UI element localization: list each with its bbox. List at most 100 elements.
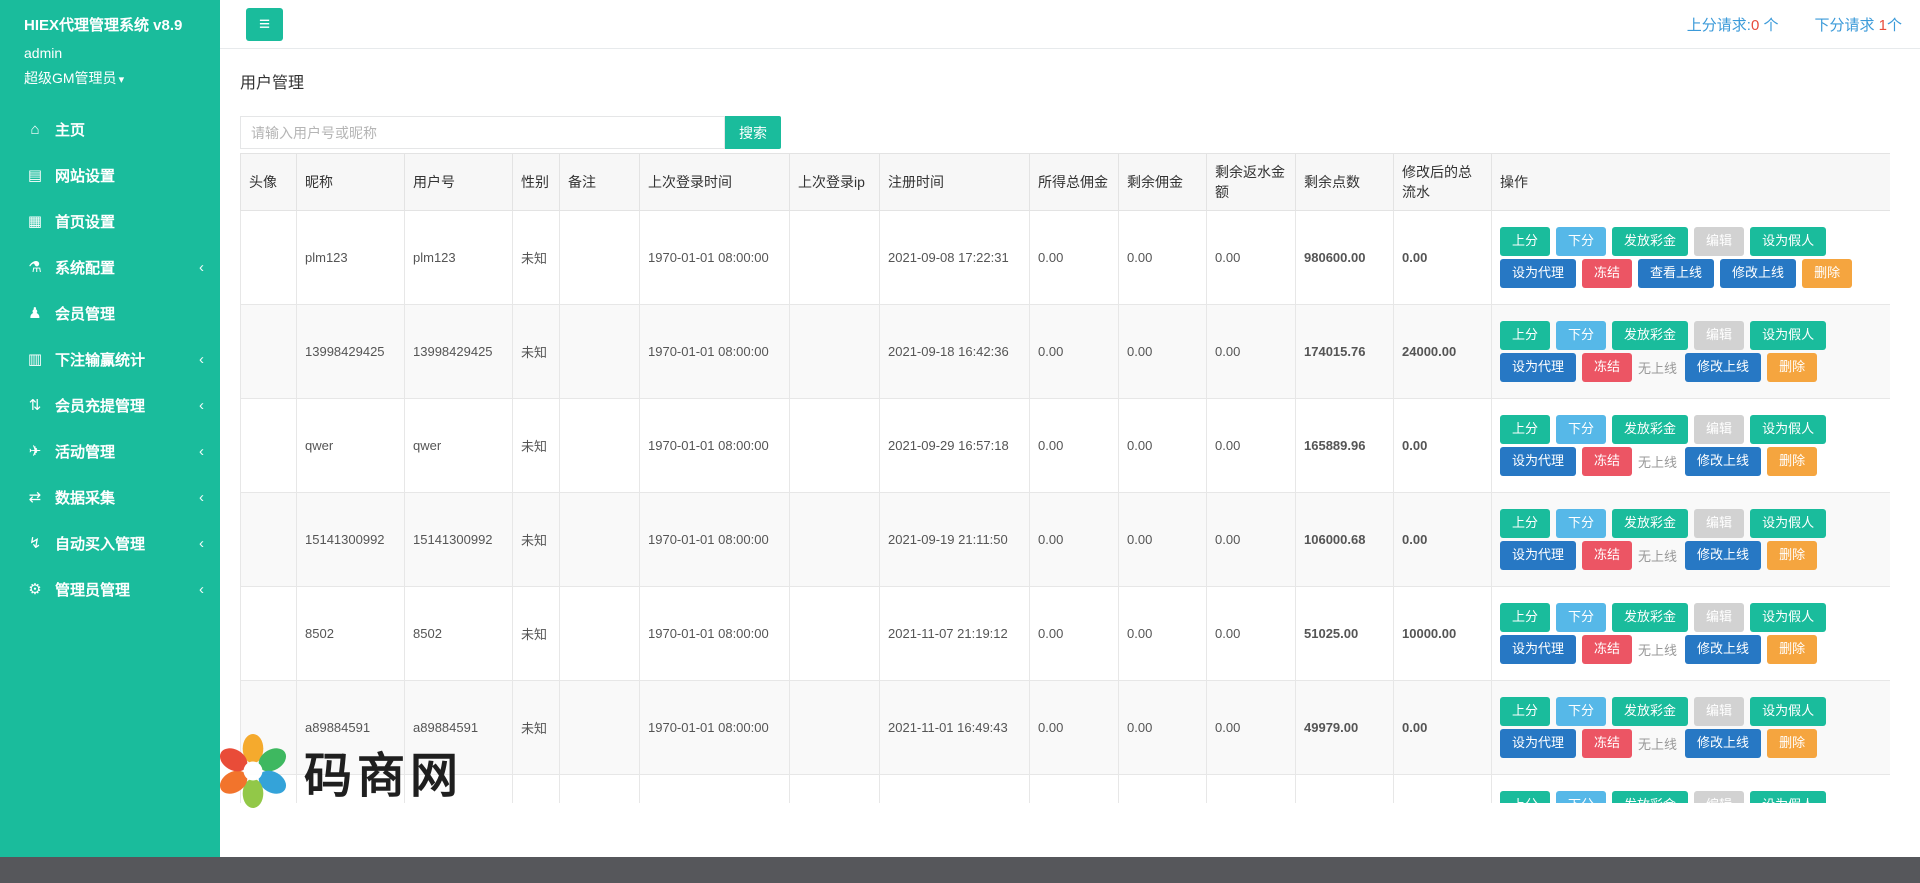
modify-upline-button[interactable]: 修改上线 xyxy=(1685,447,1761,476)
up-score-requests-link[interactable]: 上分请求:0 个 xyxy=(1687,14,1779,35)
admin-role-dropdown[interactable]: 超级GM管理员▾ xyxy=(24,68,200,88)
edit-button[interactable]: 编辑 xyxy=(1694,321,1744,350)
add-score-button[interactable]: 上分 xyxy=(1500,227,1550,256)
set-fake-user-button[interactable]: 设为假人 xyxy=(1750,321,1826,350)
set-fake-user-button[interactable]: 设为假人 xyxy=(1750,227,1826,256)
grant-bonus-button[interactable]: 发放彩金 xyxy=(1612,321,1688,350)
set-agent-button[interactable]: 设为代理 xyxy=(1500,541,1576,570)
add-score-button[interactable]: 上分 xyxy=(1500,321,1550,350)
edit-button[interactable]: 编辑 xyxy=(1694,791,1744,803)
deduct-score-button[interactable]: 下分 xyxy=(1556,415,1606,444)
set-fake-user-button[interactable]: 设为假人 xyxy=(1750,415,1826,444)
delete-button[interactable]: 删除 xyxy=(1767,635,1817,664)
delete-button[interactable]: 删除 xyxy=(1802,259,1852,288)
deduct-score-button[interactable]: 下分 xyxy=(1556,603,1606,632)
add-score-button[interactable]: 上分 xyxy=(1500,697,1550,726)
grant-bonus-button[interactable]: 发放彩金 xyxy=(1612,697,1688,726)
search-input[interactable] xyxy=(240,116,725,149)
sidebar-item-admin-management[interactable]: ⚙管理员管理‹ xyxy=(0,566,220,612)
deduct-score-button[interactable]: 下分 xyxy=(1556,791,1606,803)
no-upline-text: 无上线 xyxy=(1638,452,1677,471)
modify-upline-button[interactable]: 修改上线 xyxy=(1720,259,1796,288)
sidebar-item-homepage-settings[interactable]: ▦首页设置 xyxy=(0,198,220,244)
freeze-button[interactable]: 冻结 xyxy=(1582,729,1632,758)
modify-upline-button[interactable]: 修改上线 xyxy=(1685,729,1761,758)
no-upline-text: 无上线 xyxy=(1638,640,1677,659)
grant-bonus-button[interactable]: 发放彩金 xyxy=(1612,415,1688,444)
sidebar-item-home[interactable]: ⌂主页 xyxy=(0,106,220,152)
modify-upline-button[interactable]: 修改上线 xyxy=(1685,635,1761,664)
add-score-button[interactable]: 上分 xyxy=(1500,603,1550,632)
freeze-button[interactable]: 冻结 xyxy=(1582,353,1632,382)
add-score-button[interactable]: 上分 xyxy=(1500,415,1550,444)
add-score-button[interactable]: 上分 xyxy=(1500,509,1550,538)
no-upline-text: 无上线 xyxy=(1638,358,1677,377)
freeze-button[interactable]: 冻结 xyxy=(1582,259,1632,288)
set-fake-user-button[interactable]: 设为假人 xyxy=(1750,791,1826,803)
table-row: 上分下分发放彩金编辑设为假人设为代理冻结无上线修改上线删除 xyxy=(241,775,1891,804)
edit-button[interactable]: 编辑 xyxy=(1694,415,1744,444)
edit-button[interactable]: 编辑 xyxy=(1694,509,1744,538)
grant-bonus-button[interactable]: 发放彩金 xyxy=(1612,227,1688,256)
table-row: plm123plm123未知1970-01-01 08:00:002021-09… xyxy=(241,211,1891,305)
homepage-settings-icon: ▦ xyxy=(24,212,46,230)
set-agent-button[interactable]: 设为代理 xyxy=(1500,447,1576,476)
grant-bonus-button[interactable]: 发放彩金 xyxy=(1612,509,1688,538)
cell-modified_flow xyxy=(1394,775,1492,804)
action-line-1: 上分下分发放彩金编辑设为假人 xyxy=(1500,603,1882,632)
set-agent-button[interactable]: 设为代理 xyxy=(1500,729,1576,758)
cell-registered: 2021-11-01 16:49:43 xyxy=(880,681,1030,775)
sidebar-item-bet-stats[interactable]: ▥下注输赢统计‹ xyxy=(0,336,220,382)
cell-points xyxy=(1296,775,1394,804)
sidebar-item-system-config[interactable]: ⚗系统配置‹ xyxy=(0,244,220,290)
member-management-icon: ♟ xyxy=(24,304,46,322)
cell-last_ip xyxy=(790,493,880,587)
deduct-score-button[interactable]: 下分 xyxy=(1556,697,1606,726)
menu-toggle-button[interactable]: ≡ xyxy=(246,8,283,41)
delete-button[interactable]: 删除 xyxy=(1767,541,1817,570)
view-upline-button[interactable]: 查看上线 xyxy=(1638,259,1714,288)
action-line-2: 设为代理冻结无上线修改上线删除 xyxy=(1500,353,1882,382)
set-fake-user-button[interactable]: 设为假人 xyxy=(1750,697,1826,726)
edit-button[interactable]: 编辑 xyxy=(1694,227,1744,256)
cell-avatar xyxy=(241,587,297,681)
delete-button[interactable]: 删除 xyxy=(1767,353,1817,382)
cell-account: 8502 xyxy=(405,587,513,681)
cell-last_login xyxy=(640,775,790,804)
deduct-score-button[interactable]: 下分 xyxy=(1556,509,1606,538)
edit-button[interactable]: 编辑 xyxy=(1694,697,1744,726)
sidebar-item-member-management[interactable]: ♟会员管理 xyxy=(0,290,220,336)
down-score-requests-link[interactable]: 下分请求 1个 xyxy=(1814,14,1902,35)
modify-upline-button[interactable]: 修改上线 xyxy=(1685,541,1761,570)
modify-upline-button[interactable]: 修改上线 xyxy=(1685,353,1761,382)
cell-total_commission: 0.00 xyxy=(1030,681,1119,775)
sidebar-item-auto-buy[interactable]: ↯自动买入管理‹ xyxy=(0,520,220,566)
add-score-button[interactable]: 上分 xyxy=(1500,791,1550,803)
freeze-button[interactable]: 冻结 xyxy=(1582,541,1632,570)
deduct-score-button[interactable]: 下分 xyxy=(1556,321,1606,350)
hamburger-icon: ≡ xyxy=(259,14,270,35)
edit-button[interactable]: 编辑 xyxy=(1694,603,1744,632)
freeze-button[interactable]: 冻结 xyxy=(1582,447,1632,476)
cell-remain_commission: 0.00 xyxy=(1119,493,1207,587)
sidebar-item-site-settings[interactable]: ▤网站设置 xyxy=(0,152,220,198)
delete-button[interactable]: 删除 xyxy=(1767,447,1817,476)
deduct-score-button[interactable]: 下分 xyxy=(1556,227,1606,256)
cell-nickname: qwer xyxy=(297,399,405,493)
set-agent-button[interactable]: 设为代理 xyxy=(1500,259,1576,288)
freeze-button[interactable]: 冻结 xyxy=(1582,635,1632,664)
set-agent-button[interactable]: 设为代理 xyxy=(1500,635,1576,664)
set-fake-user-button[interactable]: 设为假人 xyxy=(1750,603,1826,632)
cell-remain_rebate: 0.00 xyxy=(1207,681,1296,775)
set-fake-user-button[interactable]: 设为假人 xyxy=(1750,509,1826,538)
sidebar-item-activity-management[interactable]: ✈活动管理‹ xyxy=(0,428,220,474)
delete-button[interactable]: 删除 xyxy=(1767,729,1817,758)
cell-last_login: 1970-01-01 08:00:00 xyxy=(640,681,790,775)
sidebar-item-label: 自动买入管理 xyxy=(55,533,145,554)
search-button[interactable]: 搜索 xyxy=(725,116,781,149)
sidebar-item-data-collection[interactable]: ⇄数据采集‹ xyxy=(0,474,220,520)
grant-bonus-button[interactable]: 发放彩金 xyxy=(1612,791,1688,803)
sidebar-item-recharge-withdraw[interactable]: ⇅会员充提管理‹ xyxy=(0,382,220,428)
grant-bonus-button[interactable]: 发放彩金 xyxy=(1612,603,1688,632)
set-agent-button[interactable]: 设为代理 xyxy=(1500,353,1576,382)
